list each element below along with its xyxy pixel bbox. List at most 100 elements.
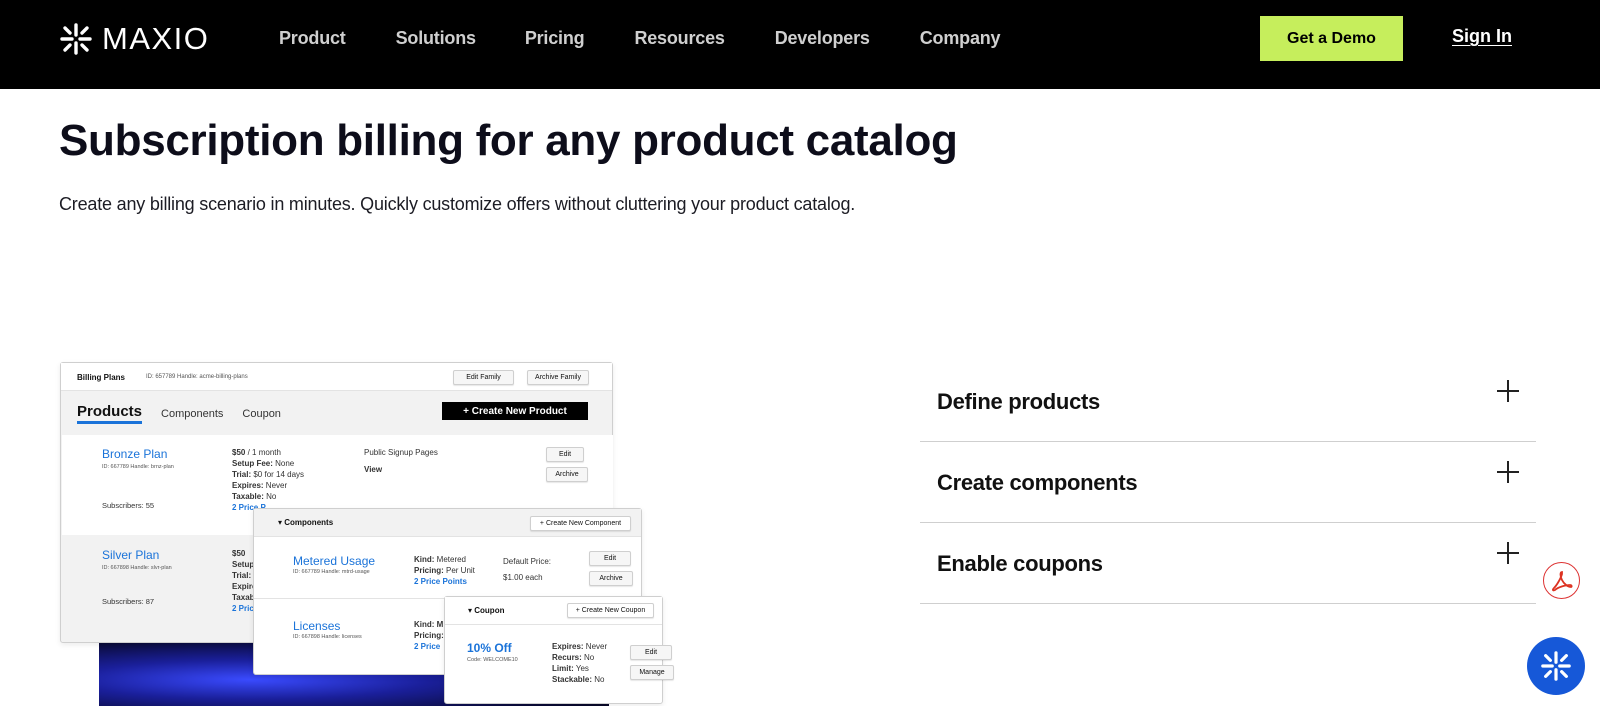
signup-pages-label: Public Signup Pages: [364, 448, 438, 457]
bronze-expires-value: Never: [263, 481, 288, 490]
bronze-plan-name[interactable]: Bronze Plan: [102, 447, 167, 461]
default-price-value: $1.00 each: [503, 573, 543, 582]
coupon-stackable: Stackable: No: [552, 674, 607, 685]
metered-kind: Kind: Metered: [414, 554, 475, 565]
accordion-label: Enable coupons: [937, 551, 1103, 576]
metered-price-points[interactable]: 2 Price Points: [414, 576, 475, 587]
metered-kind-value: Metered: [434, 555, 467, 564]
accordion-label: Create components: [937, 470, 1138, 495]
bronze-taxable: Taxable: No: [232, 491, 304, 502]
accordion-label: Define products: [937, 389, 1100, 414]
bronze-setup-label: Setup Fee:: [232, 459, 273, 468]
metered-details: Kind: Metered Pricing: Per Unit 2 Price …: [414, 554, 475, 587]
licenses-id: ID: 667898 Handle: licenses: [293, 634, 362, 640]
silver-subscribers[interactable]: Subscribers: 87: [102, 596, 154, 607]
coupon-edit-button[interactable]: Edit: [630, 645, 672, 660]
nav-developers[interactable]: Developers: [775, 28, 870, 49]
accordion-define-products[interactable]: Define products: [920, 362, 1536, 442]
product-tabs: Products Components Coupon: [77, 403, 281, 424]
accordion-create-components[interactable]: Create components: [920, 443, 1536, 523]
licenses-name[interactable]: Licenses: [293, 619, 340, 633]
accordion-enable-coupons[interactable]: Enable coupons: [920, 524, 1536, 604]
nav-resources[interactable]: Resources: [634, 28, 724, 49]
bronze-taxable-value: No: [263, 492, 277, 501]
coupon-limit-value: Yes: [573, 664, 589, 673]
nav-pricing[interactable]: Pricing: [525, 28, 585, 49]
nav-links: Product Solutions Pricing Resources Deve…: [279, 28, 1050, 49]
metered-pricing-value: Per Unit: [443, 566, 475, 575]
coupon-recurs-value: No: [581, 653, 595, 662]
coupon-expires: Expires: Never: [552, 641, 607, 652]
billing-plans-meta: ID: 657789 Handle: acme-billing-plans: [146, 374, 248, 380]
bronze-price: $50 / 1 month: [232, 447, 304, 458]
bronze-expires: Expires: Never: [232, 480, 304, 491]
bronze-trial-value: $0 for 14 days: [251, 470, 305, 479]
metered-usage-name[interactable]: Metered Usage: [293, 554, 375, 568]
page-subtitle: Create any billing scenario in minutes. …: [59, 194, 856, 214]
tab-components[interactable]: Components: [161, 408, 223, 424]
plus-icon[interactable]: [1497, 461, 1519, 483]
get-demo-button[interactable]: Get a Demo: [1260, 16, 1403, 61]
tab-coupon[interactable]: Coupon: [242, 408, 281, 424]
maxio-logo[interactable]: MAXIO: [59, 21, 209, 57]
coupon-header-label: Coupon: [474, 606, 505, 615]
create-product-button[interactable]: + Create New Product: [442, 402, 588, 420]
coupon-header: ▾ Coupon + Create New Coupon: [445, 597, 662, 625]
licenses-price-points[interactable]: 2 Price: [414, 641, 444, 652]
create-coupon-button[interactable]: + Create New Coupon: [567, 603, 654, 618]
metered-usage-id: ID: 667789 Handle: mtrd-usage: [293, 569, 370, 575]
nav-solutions[interactable]: Solutions: [396, 28, 476, 49]
coupon-details: Expires: Never Recurs: No Limit: Yes Sta…: [552, 641, 607, 685]
bronze-edit-button[interactable]: Edit: [546, 447, 584, 462]
adobe-pdf-icon: [1551, 570, 1573, 591]
chat-button[interactable]: [1527, 637, 1585, 695]
default-price-label: Default Price:: [503, 557, 552, 566]
coupon-recurs-label: Recurs:: [552, 653, 582, 662]
silver-plan-id: ID: 667898 Handle: slvr-plan: [102, 565, 172, 571]
edit-family-button[interactable]: Edit Family: [453, 370, 514, 385]
components-header-label: Components: [284, 518, 334, 527]
bronze-expires-label: Expires:: [232, 481, 264, 490]
metered-archive-button[interactable]: Archive: [589, 571, 633, 586]
coupon-recurs: Recurs: No: [552, 652, 607, 663]
tab-products[interactable]: Products: [77, 403, 143, 424]
silver-plan-name[interactable]: Silver Plan: [102, 548, 159, 562]
sign-in-link[interactable]: Sign In: [1452, 26, 1512, 47]
plus-icon[interactable]: [1497, 380, 1519, 402]
bronze-price-suffix: / 1 month: [245, 448, 281, 457]
silver-setup: Setup: [232, 560, 255, 569]
coupon-header-row: ▾ Coupon: [468, 606, 504, 615]
coupon-expires-label: Expires:: [552, 642, 584, 651]
coupon-expires-value: Never: [583, 642, 608, 651]
licenses-pricing: Pricing:: [414, 631, 444, 640]
components-header-row: ▾ Components: [278, 518, 333, 527]
coupon-limit: Limit: Yes: [552, 663, 607, 674]
create-component-button[interactable]: + Create New Component: [530, 516, 631, 531]
coupon-stackable-value: No: [592, 675, 605, 684]
coupon-code: Code: WELCOME10: [467, 657, 518, 663]
nav-product[interactable]: Product: [279, 28, 346, 49]
bronze-subscribers[interactable]: Subscribers: 55: [102, 500, 154, 511]
signup-view-link[interactable]: View: [364, 464, 382, 475]
coupon-manage-button[interactable]: Manage: [630, 665, 674, 680]
nav-company[interactable]: Company: [920, 28, 1001, 49]
maxio-asterisk-icon: [1541, 651, 1571, 681]
billing-plans-title: Billing Plans: [77, 373, 126, 382]
archive-family-button[interactable]: Archive Family: [527, 370, 589, 385]
bronze-price-value: $50: [232, 448, 246, 457]
licenses-details: Kind: M Pricing: 2 Price: [414, 619, 444, 652]
bronze-trial: Trial: $0 for 14 days: [232, 469, 304, 480]
logo-text: MAXIO: [102, 21, 210, 56]
coupon-card: ▾ Coupon + Create New Coupon 10% Off Cod…: [444, 596, 674, 704]
pdf-reader-button[interactable]: [1543, 562, 1580, 599]
bronze-taxable-label: Taxable:: [232, 492, 264, 501]
maxio-asterisk-icon: [60, 23, 92, 55]
coupon-limit-label: Limit:: [552, 664, 574, 673]
bronze-archive-button[interactable]: Archive: [546, 467, 588, 482]
metered-kind-label: Kind:: [414, 555, 435, 564]
bronze-plan-id: ID: 667789 Handle: brnz-plan: [102, 464, 174, 470]
coupon-name[interactable]: 10% Off: [467, 641, 512, 655]
plus-icon[interactable]: [1497, 542, 1519, 564]
metered-edit-button[interactable]: Edit: [589, 551, 631, 566]
silver-price: $50: [232, 549, 246, 558]
